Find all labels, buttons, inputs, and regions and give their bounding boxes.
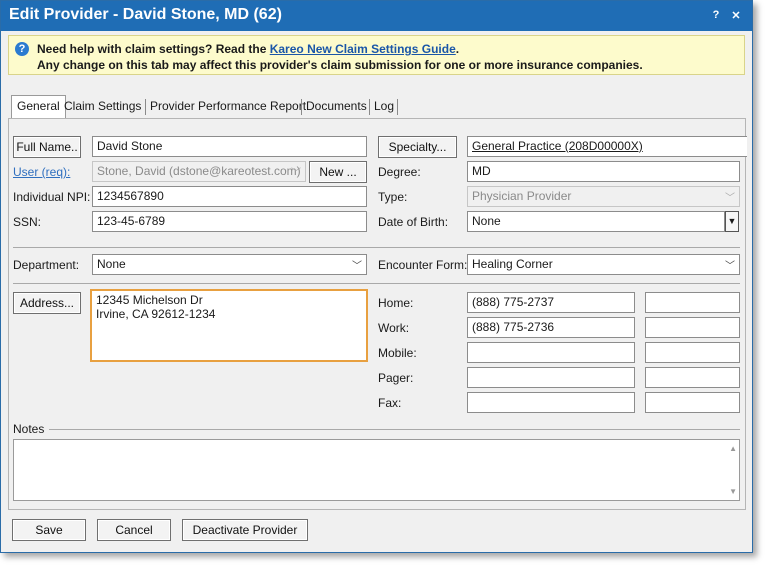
work-phone-label: Work: (378, 321, 410, 335)
help-line-1: Need help with claim settings? Read the … (37, 42, 459, 56)
type-select[interactable]: Physician Provider ﹀ (467, 186, 740, 207)
user-select-value: Stone, David (dstone@kareotest.com) (97, 164, 301, 178)
mobile-phone-field[interactable] (467, 342, 635, 363)
full-name-field[interactable]: David Stone (92, 136, 367, 157)
fax-field[interactable] (467, 392, 635, 413)
dob-field[interactable]: None (467, 211, 725, 232)
scroll-up-icon[interactable]: ▲ (729, 444, 737, 453)
fax-label: Fax: (378, 396, 402, 410)
address-textarea[interactable]: 12345 Michelson Dr Irvine, CA 92612-1234 (90, 289, 368, 362)
specialty-value: General Practice (208D00000X) (472, 139, 643, 153)
address-line-2: Irvine, CA 92612-1234 (96, 307, 216, 321)
chevron-down-icon: ﹀ (291, 168, 301, 179)
notes-label: Notes (13, 422, 45, 436)
tab-log[interactable]: Log (369, 96, 399, 118)
chevron-down-icon: ﹀ (352, 261, 362, 272)
type-label: Type: (378, 190, 408, 204)
general-tab-panel: Full Name.. David Stone User (req): Ston… (8, 118, 747, 510)
user-select[interactable]: Stone, David (dstone@kareotest.com) ﹀ (92, 161, 306, 182)
pager-field[interactable] (467, 367, 635, 388)
home-phone-label: Home: (378, 296, 414, 310)
deactivate-provider-button[interactable]: Deactivate Provider (182, 519, 308, 541)
tab-general[interactable]: General (11, 95, 66, 119)
divider (13, 283, 740, 284)
home-phone-ext-field[interactable] (645, 292, 740, 313)
work-phone-ext-field[interactable] (645, 317, 740, 338)
fax-ext-field[interactable] (645, 392, 740, 413)
help-text: Need help with claim settings? Read the (37, 42, 270, 56)
department-label: Department: (13, 258, 80, 272)
edit-provider-window: Edit Provider - David Stone, MD (62) ? ✕… (0, 0, 753, 553)
encounter-form-select-value: Healing Corner (472, 257, 553, 271)
dob-dropdown-button[interactable]: ▼ (725, 211, 739, 232)
degree-label: Degree: (378, 165, 421, 179)
claim-settings-guide-link[interactable]: Kareo New Claim Settings Guide (270, 42, 456, 56)
window-title: Edit Provider - David Stone, MD (62) (9, 6, 282, 23)
individual-npi-field[interactable]: 1234567890 (92, 186, 367, 207)
pager-label: Pager: (378, 371, 414, 385)
scroll-down-icon[interactable]: ▼ (729, 487, 737, 496)
save-button[interactable]: Save (12, 519, 86, 541)
divider (13, 247, 740, 248)
help-text-suffix: . (455, 42, 460, 56)
ssn-label: SSN: (13, 215, 42, 229)
chevron-down-icon: ﹀ (725, 261, 735, 272)
degree-field[interactable]: MD (467, 161, 740, 182)
ssn-field[interactable]: 123-45-6789 (92, 211, 367, 232)
info-question-icon: ? (15, 42, 29, 56)
title-bar: Edit Provider - David Stone, MD (62) ? ✕ (1, 1, 752, 31)
specialty-button[interactable]: Specialty... (378, 136, 457, 158)
help-banner: ? Need help with claim settings? Read th… (8, 35, 745, 75)
divider (49, 429, 740, 430)
tab-documents[interactable]: Documents (301, 96, 372, 118)
pager-ext-field[interactable] (645, 367, 740, 388)
user-label-link[interactable]: User (req): (13, 165, 70, 179)
encounter-form-label: Encounter Form: (378, 258, 468, 272)
chevron-down-icon: ﹀ (725, 193, 735, 204)
address-line-1: 12345 Michelson Dr (96, 293, 203, 307)
tab-separator (397, 99, 398, 115)
notes-textarea[interactable]: ▲ ▼ (13, 439, 740, 501)
specialty-field[interactable]: General Practice (208D00000X) (467, 136, 747, 157)
full-name-button[interactable]: Full Name.. (13, 136, 81, 158)
tab-claim-settings[interactable]: Claim Settings (59, 96, 146, 118)
individual-npi-label: Individual NPI: (13, 190, 91, 204)
mobile-phone-ext-field[interactable] (645, 342, 740, 363)
help-question-icon[interactable]: ? (709, 9, 723, 21)
dob-label: Date of Birth: (378, 215, 449, 229)
close-icon[interactable]: ✕ (729, 9, 743, 22)
address-button[interactable]: Address... (13, 292, 81, 314)
department-select-value: None (97, 257, 126, 271)
encounter-form-select[interactable]: Healing Corner ﹀ (467, 254, 740, 275)
type-select-value: Physician Provider (472, 189, 572, 203)
home-phone-field[interactable]: (888) 775-2737 (467, 292, 635, 313)
tab-provider-performance-report[interactable]: Provider Performance Report (145, 96, 311, 118)
mobile-phone-label: Mobile: (378, 346, 417, 360)
cancel-button[interactable]: Cancel (97, 519, 171, 541)
help-line-2: Any change on this tab may affect this p… (37, 58, 643, 72)
new-user-button[interactable]: New ... (309, 161, 367, 183)
department-select[interactable]: None ﹀ (92, 254, 367, 275)
work-phone-field[interactable]: (888) 775-2736 (467, 317, 635, 338)
